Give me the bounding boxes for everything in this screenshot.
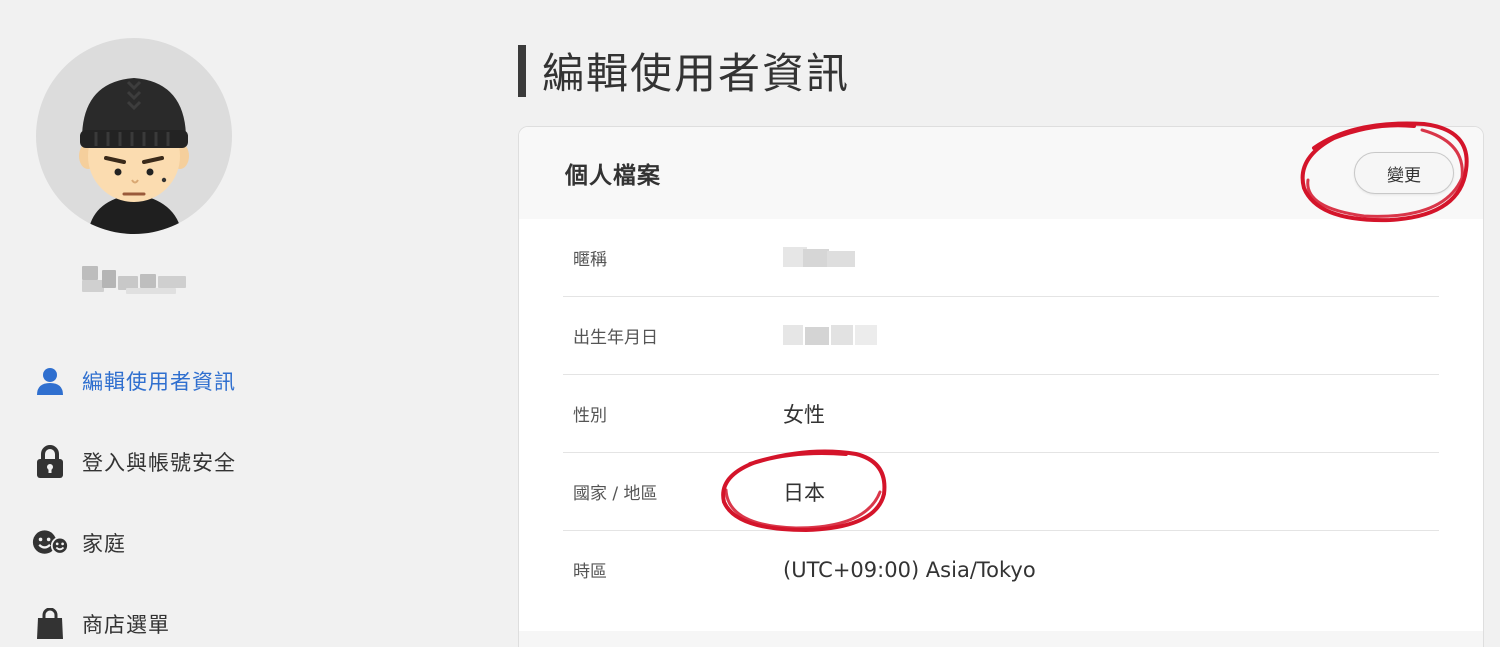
shopping-bag-icon — [32, 606, 68, 642]
field-row-gender: 性別 女性 — [563, 375, 1439, 453]
sidebar-item-label: 家庭 — [82, 531, 126, 556]
username-redacted — [78, 262, 190, 298]
change-button[interactable]: 變更 — [1354, 152, 1454, 194]
sidebar-item-edit-user-info[interactable]: 編輯使用者資訊 — [32, 340, 452, 421]
profile-card-title: 個人檔案 — [565, 163, 661, 189]
sidebar-item-login-security[interactable]: 登入與帳號安全 — [32, 421, 452, 502]
field-row-timezone: 時區 (UTC+09:00) Asia/Tokyo — [563, 531, 1439, 608]
sidebar-item-shop-menu[interactable]: 商店選單 — [32, 583, 452, 647]
field-value: (UTC+09:00) Asia/Tokyo — [783, 557, 1036, 582]
field-row-birthday: 出生年月日 — [563, 297, 1439, 375]
profile-fields: 暱稱 出生年月日 性別 女性 國家 / 地區 日本 時區 (UTC+09:00)… — [519, 219, 1483, 608]
nickname-value-redacted — [783, 245, 883, 271]
profile-card-footer — [519, 631, 1483, 647]
mii-avatar-image — [79, 78, 189, 234]
profile-card: 個人檔案 變更 暱稱 出生年月日 性別 女性 國家 / 地區 日本 時區 (UT… — [518, 126, 1484, 647]
field-label: 性別 — [573, 406, 607, 426]
user-icon — [32, 363, 68, 399]
sidebar-item-label: 商店選單 — [82, 612, 170, 637]
field-label: 國家 / 地區 — [573, 484, 658, 504]
field-label: 暱稱 — [573, 250, 607, 270]
sidebar-item-label: 編輯使用者資訊 — [82, 369, 236, 394]
family-icon — [32, 525, 68, 561]
field-row-country: 國家 / 地區 日本 — [563, 453, 1439, 531]
title-accent-bar — [518, 44, 526, 97]
field-label: 出生年月日 — [573, 328, 658, 348]
sidebar-item-family[interactable]: 家庭 — [32, 502, 452, 583]
birthday-value-redacted — [783, 323, 883, 349]
profile-card-header: 個人檔案 變更 — [519, 127, 1483, 219]
field-value: 日本 — [783, 480, 825, 505]
field-row-nickname: 暱稱 — [563, 219, 1439, 297]
page: 編輯使用者資訊 登入與帳號安全 家庭 商店選單 編輯使用者資訊 個人檔案 變更 … — [0, 0, 1500, 647]
sidebar-nav: 編輯使用者資訊 登入與帳號安全 家庭 商店選單 — [32, 340, 452, 647]
field-value: 女性 — [783, 402, 825, 427]
page-title: 編輯使用者資訊 — [518, 40, 850, 101]
sidebar-item-label: 登入與帳號安全 — [82, 450, 236, 475]
avatar — [36, 38, 232, 234]
lock-icon — [32, 444, 68, 480]
page-title-text: 編輯使用者資訊 — [542, 49, 851, 98]
field-label: 時區 — [573, 562, 607, 582]
